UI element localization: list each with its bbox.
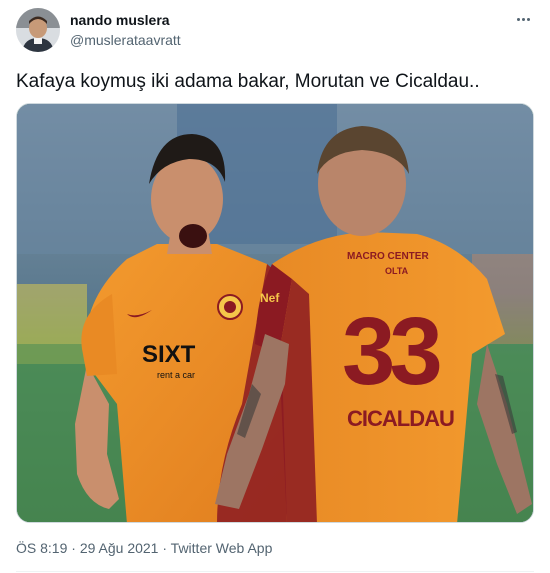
sponsor-subtext: rent a car [157, 370, 195, 380]
tweet-text: Kafaya koymuş iki adama bakar, Morutan v… [16, 71, 480, 92]
user-handle[interactable]: @muslerataavratt [70, 31, 181, 49]
tweet-source[interactable]: Twitter Web App [171, 540, 273, 556]
tweet-meta: ÖS 8:19 · 29 Ağu 2021 · Twitter Web App [16, 539, 272, 557]
player-name: CICALDAU [347, 406, 454, 431]
user-info: nando muslera @muslerataavratt [70, 11, 181, 49]
meta-separator-2: · [162, 540, 168, 556]
back-sponsor-text: MACRO CENTER [347, 251, 429, 262]
sleeve-logo: Nef [260, 291, 280, 305]
tweet-photo[interactable]: SIXT rent a car MACRO CENTER OLTA 33 CIC… [16, 103, 534, 523]
avatar[interactable] [16, 8, 60, 52]
back-sub-text: OLTA [385, 266, 409, 276]
divider [16, 571, 534, 572]
tweet-header: nando muslera @muslerataavratt [16, 8, 534, 54]
display-name[interactable]: nando muslera [70, 11, 181, 29]
tweet-time[interactable]: ÖS 8:19 [16, 540, 67, 556]
tweet-date[interactable]: 29 Ağu 2021 [80, 540, 159, 556]
tweet-card: nando muslera @muslerataavratt Kafaya ko… [0, 0, 550, 573]
sponsor-logo: SIXT [142, 341, 196, 368]
meta-separator: · [71, 540, 76, 556]
player-number: 33 [342, 298, 439, 405]
more-dots-icon[interactable] [512, 10, 534, 28]
